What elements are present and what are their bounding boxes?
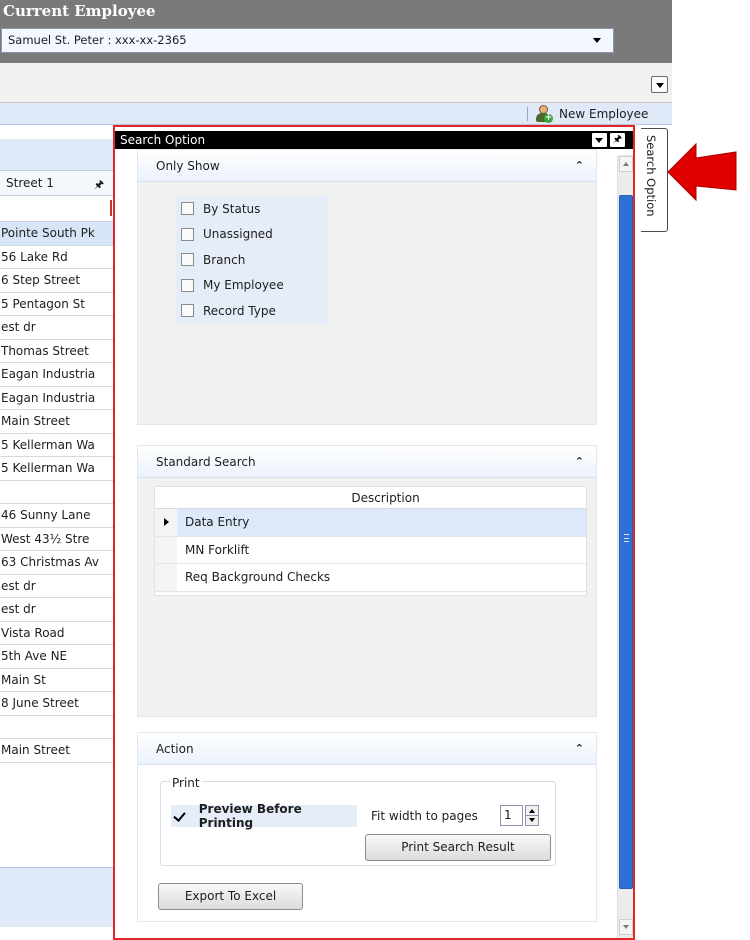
toolbar-separator (527, 107, 528, 121)
new-employee-label: New Employee (559, 107, 649, 121)
employee-select-value: Samuel St. Peter : xxx-xx-2365 (8, 33, 187, 47)
page-title: Current Employee (3, 2, 156, 20)
table-row[interactable]: est dr (0, 598, 117, 622)
table-row[interactable]: est dr (0, 575, 117, 598)
filter-cursor (110, 200, 112, 216)
secondary-toolbar (0, 63, 672, 103)
column-header-label: Street 1 (6, 176, 54, 190)
header-bar: Current Employee Samuel St. Peter : xxx-… (0, 0, 672, 63)
table-row[interactable]: Vista Road (0, 622, 117, 645)
table-row[interactable]: Main Street (0, 739, 117, 763)
table-row[interactable]: Thomas Street (0, 340, 117, 363)
chevron-down-icon (656, 83, 664, 88)
grid-rows: Pointe South Pk 56 Lake Rd 6 Step Street… (0, 222, 117, 763)
action-toolbar: + New Employee (0, 103, 672, 125)
employee-grid: Street 1 🖈 Pointe South Pk 56 Lake Rd 6 … (0, 125, 117, 940)
side-tab-label: Search Option (644, 135, 658, 217)
new-employee-button[interactable]: + New Employee (534, 104, 648, 124)
grid-filter-row[interactable] (0, 196, 117, 222)
table-row[interactable]: Main Street (0, 410, 117, 434)
table-row[interactable]: West 43½ Stre (0, 528, 117, 551)
employee-select[interactable]: Samuel St. Peter : xxx-xx-2365 (1, 28, 614, 53)
table-row[interactable]: 5th Ave NE (0, 645, 117, 669)
pin-icon[interactable]: 🖈 (94, 176, 104, 195)
table-row[interactable] (0, 481, 117, 504)
table-row[interactable]: 5 Pentagon St (0, 293, 117, 316)
table-row[interactable]: Eagan Industria (0, 363, 117, 387)
table-row[interactable]: 56 Lake Rd (0, 246, 117, 269)
table-row[interactable] (0, 716, 117, 739)
table-row[interactable]: 46 Sunny Lane (0, 504, 117, 528)
grid-footer (0, 867, 117, 927)
column-header-street1[interactable]: Street 1 🖈 (0, 171, 117, 196)
table-row[interactable]: 6 Step Street (0, 269, 117, 293)
table-row[interactable]: Pointe South Pk (0, 222, 117, 246)
table-row[interactable]: 5 Kellerman Wa (0, 457, 117, 481)
table-row[interactable]: est dr (0, 316, 117, 340)
table-row[interactable]: 63 Christmas Av (0, 551, 117, 575)
grid-group-header (0, 139, 117, 171)
toolbar-dropdown-button[interactable] (651, 76, 668, 93)
add-user-icon: + (534, 105, 553, 123)
chevron-down-icon (593, 38, 601, 43)
highlight-frame (113, 125, 635, 940)
table-row[interactable]: Main St (0, 669, 117, 692)
dock-side-strip (637, 125, 672, 940)
table-row[interactable]: Eagan Industria (0, 387, 117, 410)
red-arrow-icon (667, 142, 737, 202)
table-row[interactable]: 5 Kellerman Wa (0, 434, 117, 457)
table-row[interactable]: 8 June Street (0, 692, 117, 716)
search-option-side-tab[interactable]: Search Option (641, 128, 668, 232)
